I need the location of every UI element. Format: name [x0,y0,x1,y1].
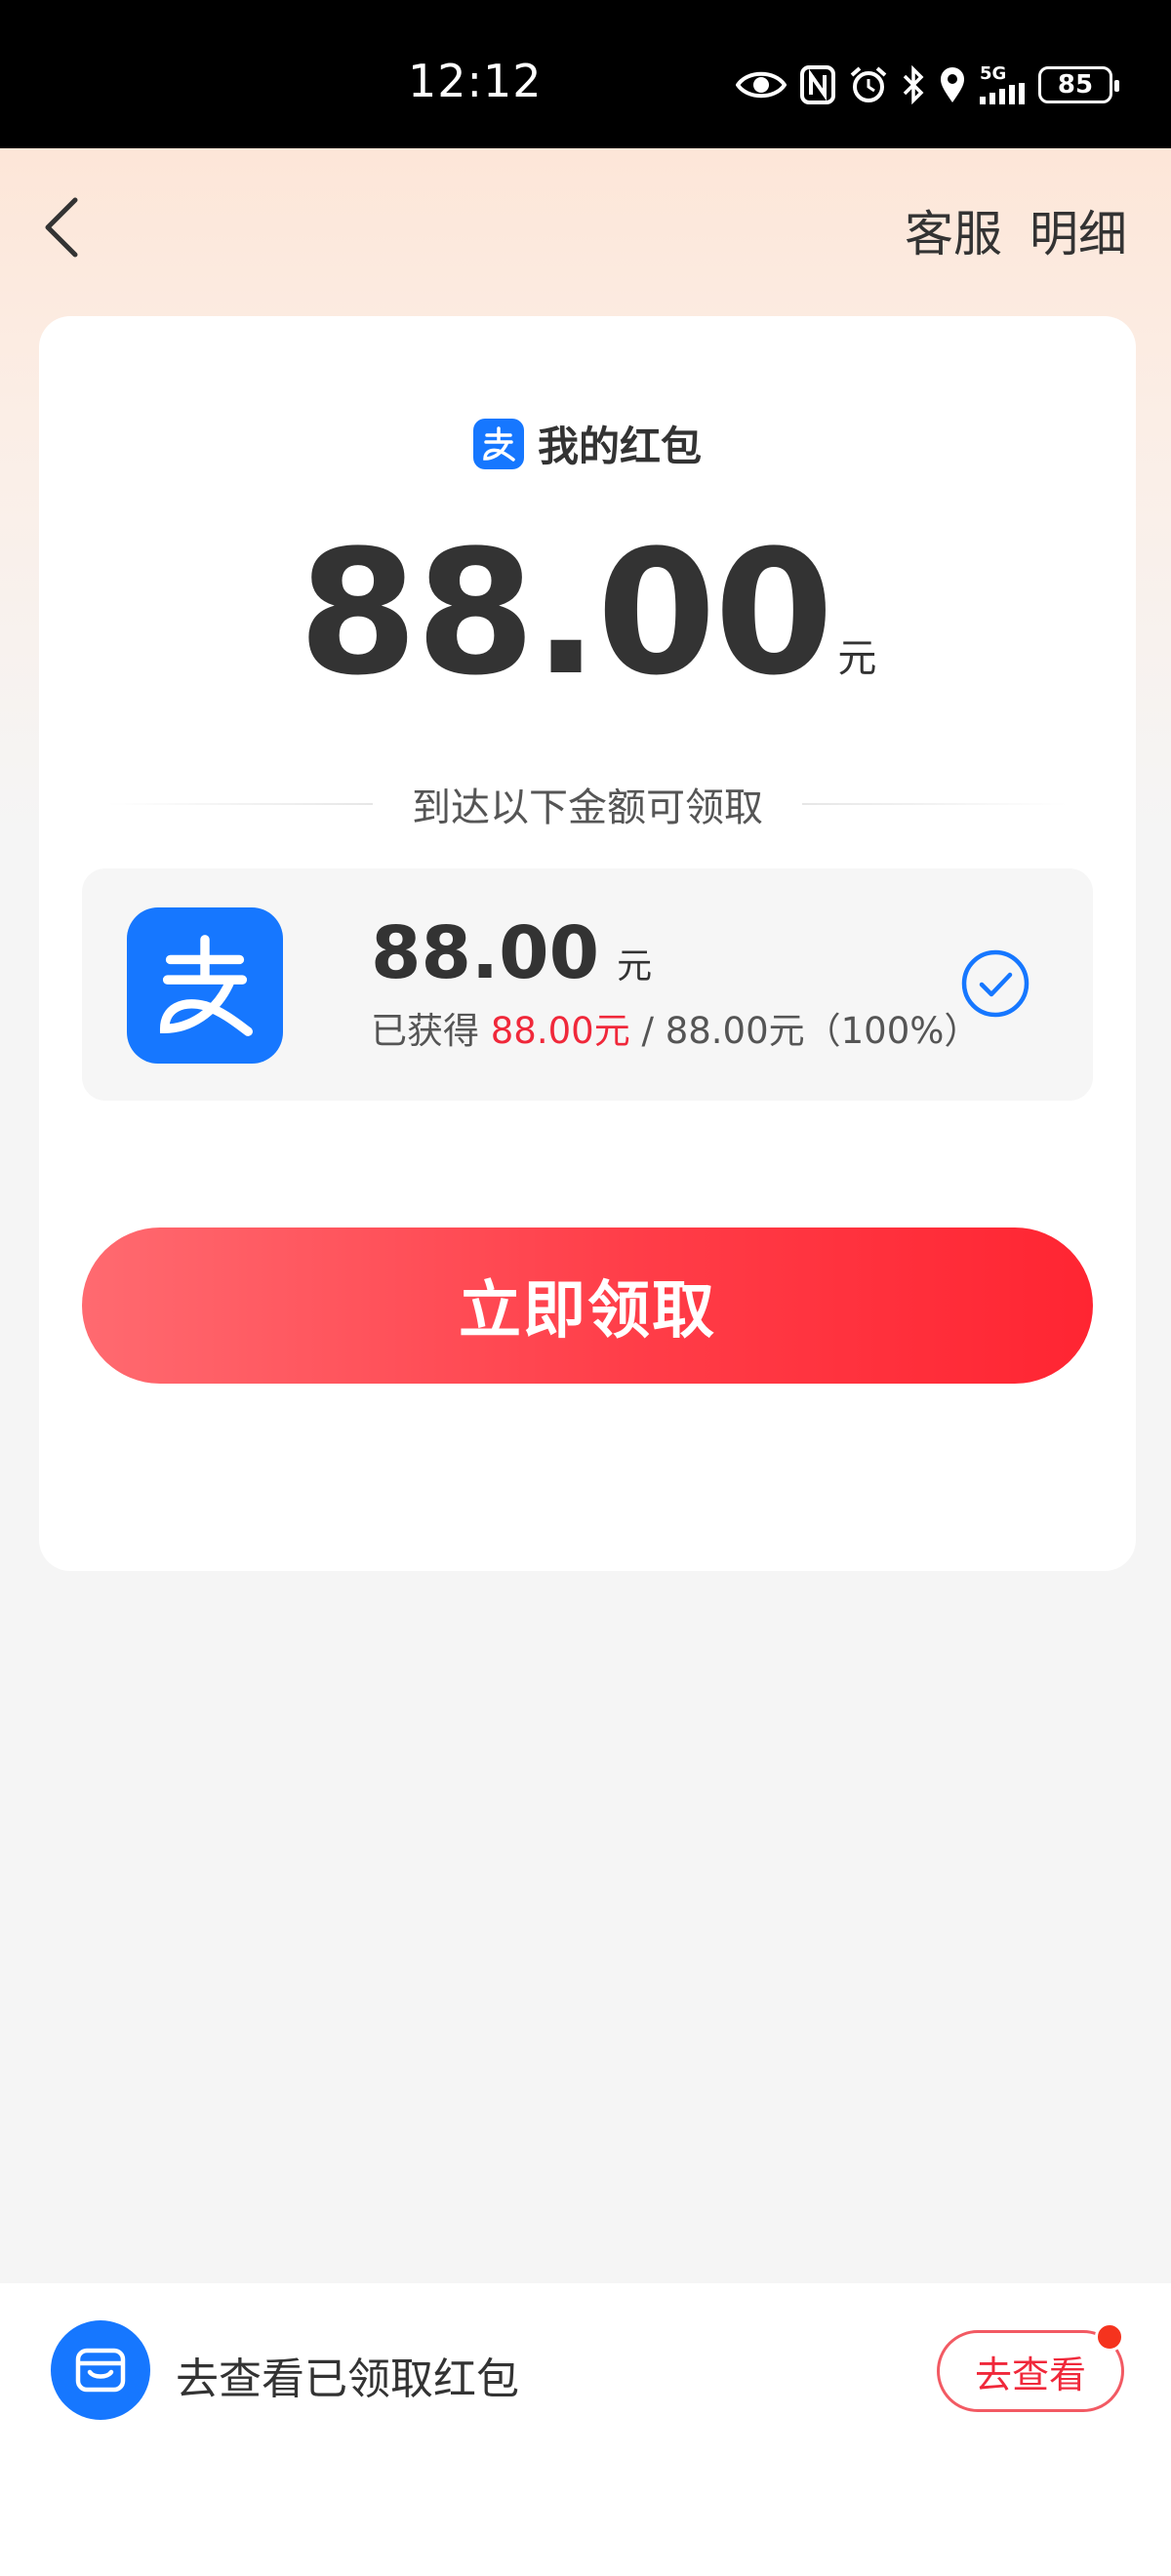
progress-amount-row: 88.00 元 [371,911,652,995]
details-link[interactable]: 明细 [1030,195,1127,265]
bottom-bar: 去查看已领取红包 去查看 [0,2283,1171,2576]
obtained-value: 88.00元 [490,1010,630,1052]
status-icons: 5G 85 [736,60,1119,109]
card-title: 我的红包 [537,423,702,470]
alipay-app-icon [127,907,283,1064]
progress-unit: 元 [617,946,653,986]
divider-right [802,803,1068,805]
nfc-icon [800,65,835,104]
card-header: 我的红包 [39,414,1136,473]
threshold-divider: 到达以下金额可领取 [107,775,1068,833]
red-packet-card: 我的红包 88.00 元 到达以下金额可领取 88.00 元 已获得 88.00… [39,316,1136,1571]
divider-left [107,803,373,805]
wallet-icon [51,2320,150,2420]
progress-status: 已获得 88.00元 / 88.00元（100%） [371,1001,980,1054]
view-claimed-label: 去查看已领取红包 [176,2355,519,2404]
progress-amount: 88.00 [371,911,600,995]
alarm-icon [850,66,887,102]
notification-dot [1095,2322,1124,2352]
nav-actions: 客服 明细 [905,195,1127,265]
status-bar: 12:12 5G 85 [0,0,1171,148]
claim-now-button[interactable]: 立即领取 [82,1228,1093,1384]
check-circle-icon [961,949,1030,1018]
chevron-left-icon [45,197,78,258]
eye-icon [736,71,787,99]
battery-level: 85 [1057,70,1094,100]
target-text: / 88.00元（100%） [629,1010,981,1052]
battery-icon: 85 [1038,66,1119,103]
bluetooth-icon [903,65,924,104]
threshold-label: 到达以下金额可领取 [412,785,763,830]
signal-icon [980,83,1025,104]
progress-item: 88.00 元 已获得 88.00元 / 88.00元（100%） [82,868,1093,1101]
total-amount: 88.00 [298,513,834,713]
amount-display: 88.00 元 [39,513,1136,713]
amount-unit: 元 [837,636,877,681]
alipay-logo-icon [472,418,524,469]
back-button[interactable] [37,193,86,262]
status-time: 12:12 [408,55,543,107]
customer-service-link[interactable]: 客服 [905,195,1002,265]
obtained-prefix: 已获得 [371,1010,479,1052]
network-label: 5G [980,63,1007,84]
location-icon [941,67,964,102]
